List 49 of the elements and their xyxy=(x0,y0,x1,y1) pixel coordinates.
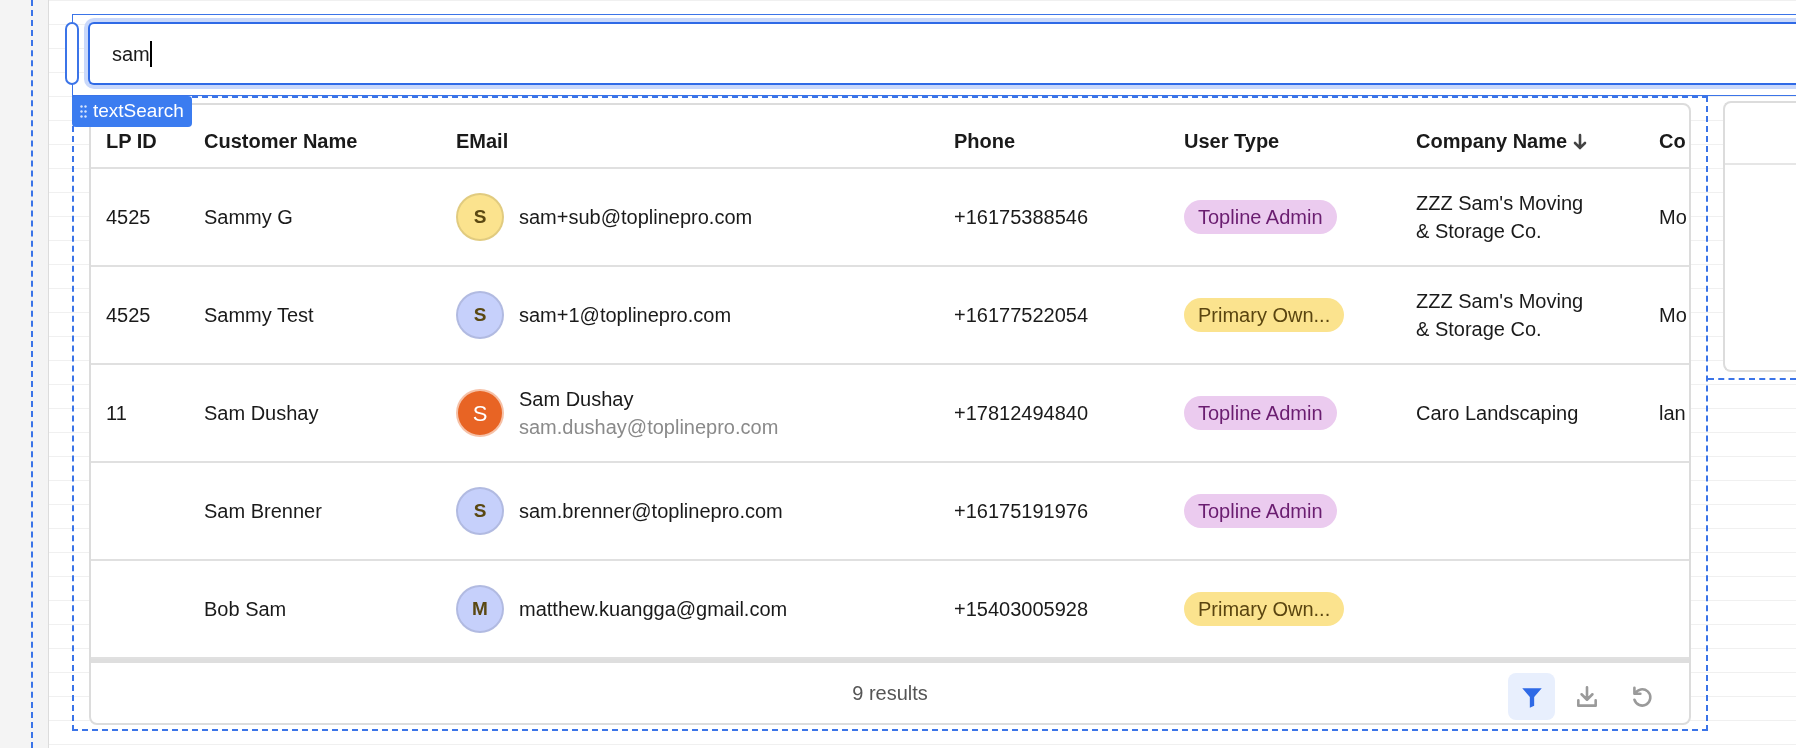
column-header[interactable]: Customer Name xyxy=(204,131,358,151)
avatar: S xyxy=(456,193,504,241)
user-type-tag: Primary Own... xyxy=(1184,298,1345,332)
table-cell: +17812494840 xyxy=(954,402,1089,424)
email-address: sam.dushay@toplinepro.com xyxy=(519,415,779,440)
resize-handle[interactable] xyxy=(65,22,79,85)
column-header[interactable]: LP ID xyxy=(106,131,157,151)
drag-handle-icon xyxy=(80,105,87,118)
user-type-tag: Primary Own... xyxy=(1184,592,1345,626)
email-address: sam+1@toplinepro.com xyxy=(519,303,732,328)
table-cell: Sammy G xyxy=(204,206,293,228)
results-count: 9 results xyxy=(852,681,928,706)
table-cell-text: ZZZ Sam's Moving & Storage Co. xyxy=(1416,289,1585,342)
component-label: textSearch xyxy=(72,96,192,127)
user-type-tag: Topline Admin xyxy=(1184,200,1337,234)
table-cell: 11 xyxy=(106,402,127,424)
table-cell: Sam Brenner xyxy=(204,500,322,522)
table-cell: Bob Sam xyxy=(204,598,287,620)
table-cell: Sam Dushay xyxy=(204,402,319,424)
table-cell: +16175388546 xyxy=(954,206,1089,228)
table-cell: +16177522054 xyxy=(954,304,1089,326)
filter-button[interactable] xyxy=(1508,673,1555,720)
table-cell: Sammy Test xyxy=(204,304,314,326)
table-cell: 4525 xyxy=(106,304,151,326)
table-cell: 4525 xyxy=(106,206,151,228)
sort-arrow-icon[interactable] xyxy=(1573,132,1588,150)
column-header[interactable]: EMail xyxy=(456,131,509,151)
table-cell: lan xyxy=(1659,402,1686,424)
column-header[interactable]: Company Name xyxy=(1416,131,1568,151)
avatar: M xyxy=(456,585,504,633)
user-name: Sam Dushay xyxy=(519,387,635,412)
avatar: S xyxy=(456,487,504,535)
email-address: sam+sub@toplinepro.com xyxy=(519,205,753,230)
column-header[interactable]: Co xyxy=(1659,131,1686,151)
table-cell: +15403005928 xyxy=(954,598,1089,620)
table-cell: Mo xyxy=(1659,304,1687,326)
column-header[interactable]: Phone xyxy=(954,131,1016,151)
text-cursor xyxy=(149,40,152,67)
column-header[interactable]: User Type xyxy=(1184,131,1280,151)
avatar: S xyxy=(456,291,504,339)
email-address: sam.brenner@toplinepro.com xyxy=(519,499,783,524)
user-type-tag: Topline Admin xyxy=(1184,494,1337,528)
table-cell-text: ZZZ Sam's Moving & Storage Co. xyxy=(1416,191,1585,244)
table-cell: +16175191976 xyxy=(954,500,1089,522)
table-cell-text: Caro Landscaping xyxy=(1416,401,1580,426)
avatar: S xyxy=(456,389,504,437)
user-type-tag: Topline Admin xyxy=(1184,396,1337,430)
table-cell: Mo xyxy=(1659,206,1687,228)
email-address: matthew.kuangga@gmail.com xyxy=(519,597,788,622)
